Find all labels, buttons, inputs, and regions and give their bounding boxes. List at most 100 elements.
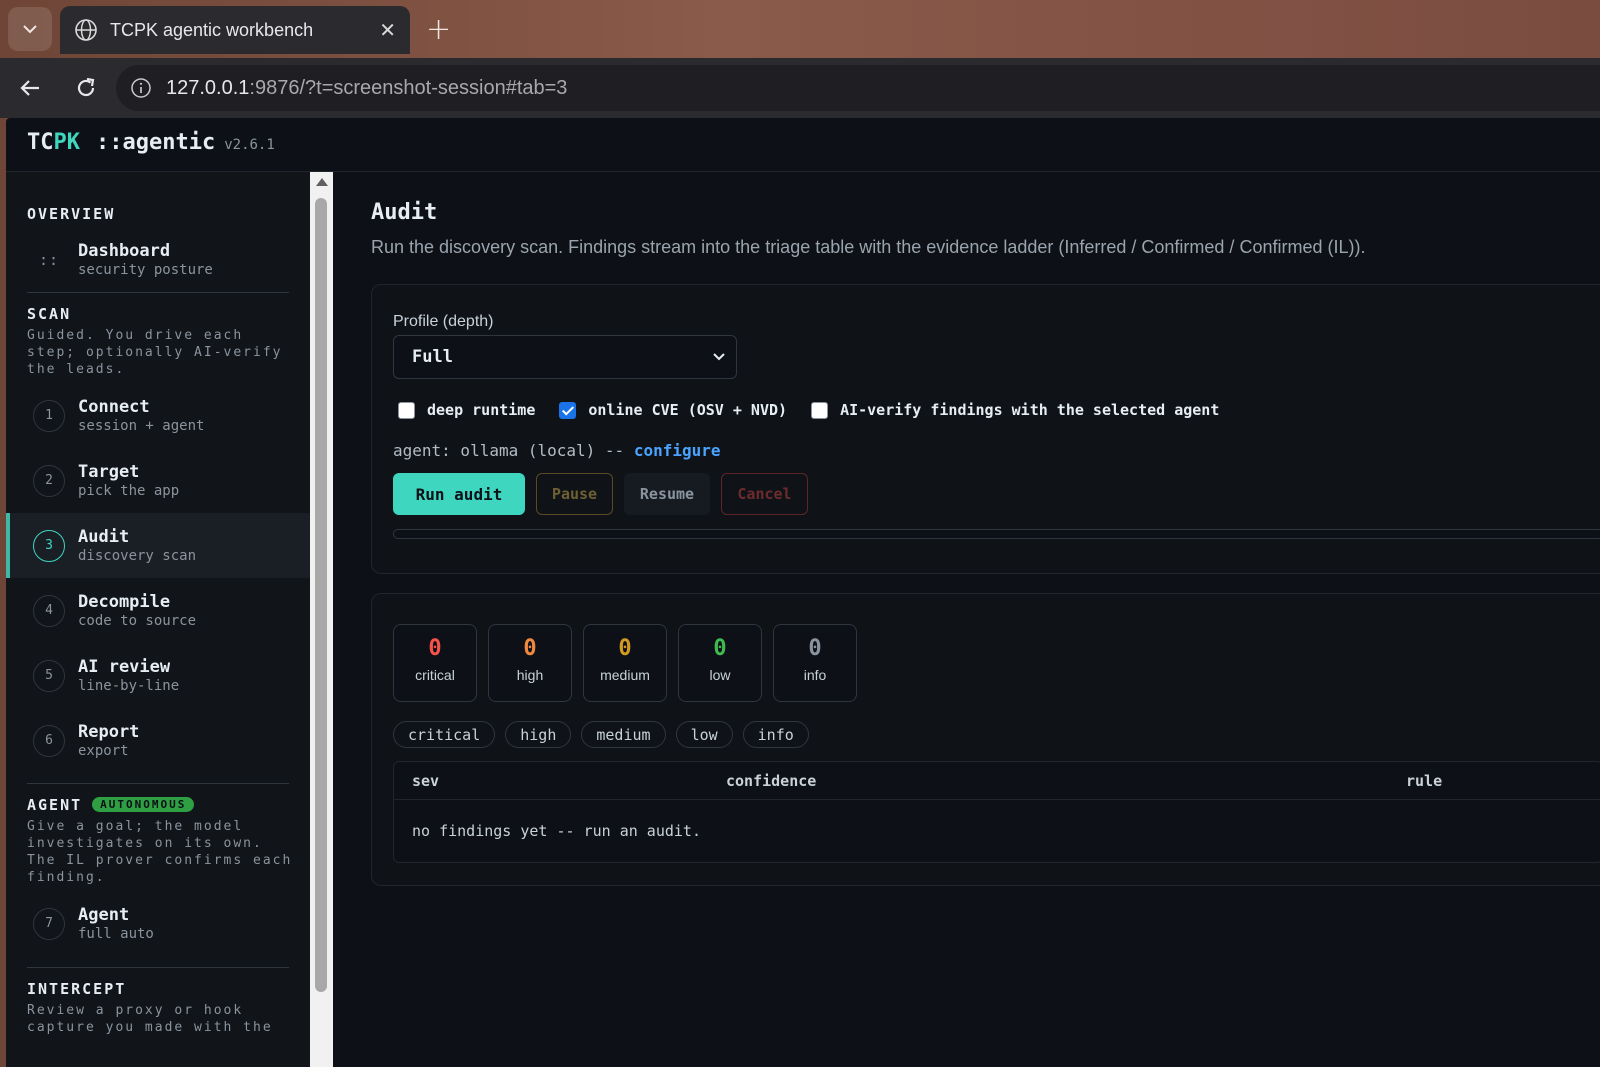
ai-verify-checkbox[interactable]: [811, 401, 829, 419]
counter-value: 0: [428, 636, 442, 661]
deep-runtime-checkbox[interactable]: [398, 401, 415, 419]
brand-logo: TCPK: [27, 130, 80, 155]
section-title-agent-text: AGENT: [27, 796, 83, 814]
audit-controls-panel: Profile (depth) Full deep runtime online…: [371, 284, 1600, 574]
sidebar-scrollbar[interactable]: [310, 172, 333, 1067]
counter-label: critical: [415, 667, 455, 683]
sidebar-item-audit[interactable]: 3 Audit discovery scan: [6, 513, 310, 578]
sidebar-item-sub: discovery scan: [78, 547, 197, 564]
sidebar-item-label: Target: [78, 461, 140, 482]
step-number: 4: [33, 594, 65, 627]
counter-label: high: [516, 667, 544, 683]
scroll-thumb[interactable]: [315, 198, 327, 992]
step-number: 7: [33, 907, 65, 940]
configure-link[interactable]: configure: [634, 441, 721, 460]
brand-pk: PK: [53, 130, 81, 155]
sidebar-item-sub: line-by-line: [78, 677, 180, 694]
column-header-sev[interactable]: sev: [412, 772, 439, 790]
step-number: 3: [33, 529, 65, 562]
sidebar-item-connect[interactable]: 1 Connect session + agent: [6, 383, 310, 448]
sidebar-item-label: AI review: [78, 656, 171, 677]
online-cve-label: online CVE (OSV + NVD): [588, 401, 788, 419]
section-desc-intercept: Review a proxy or hook capture you made …: [27, 1003, 273, 1035]
filter-chip-critical[interactable]: critical: [393, 721, 496, 748]
new-tab-icon[interactable]: +: [426, 12, 451, 48]
filter-chip-low[interactable]: low: [675, 721, 733, 748]
address-bar[interactable]: 127.0.0.1:9876/?t=screenshot-session#tab…: [116, 65, 1600, 111]
section-desc-scan: Guided. You drive each step; optionally …: [27, 328, 283, 377]
sidebar-item-label: Agent: [78, 904, 130, 925]
tab-list-button[interactable]: [8, 7, 52, 51]
counter-value: 0: [808, 636, 822, 661]
column-header-confidence[interactable]: confidence: [726, 772, 816, 790]
empty-state-text: no findings yet -- run an audit.: [412, 822, 701, 840]
counter-value: 0: [713, 636, 727, 661]
counter-high: 0 high: [488, 624, 572, 702]
sidebar-item-sub: code to source: [78, 612, 197, 629]
arrow-left-icon: [20, 80, 39, 96]
counter-info: 0 info: [773, 624, 857, 702]
sidebar-item-sub: session + agent: [78, 417, 205, 434]
run-audit-button[interactable]: Run audit: [393, 473, 525, 515]
sidebar-item-sub: export: [78, 742, 129, 759]
pause-button[interactable]: Pause: [536, 473, 613, 515]
autonomous-badge: AUTONOMOUS: [92, 797, 195, 812]
counter-medium: 0 medium: [583, 624, 667, 702]
scroll-up-icon[interactable]: [316, 178, 328, 186]
severity-counters: 0 critical 0 high 0 medium 0 low 0 info: [393, 624, 857, 702]
counter-value: 0: [523, 636, 537, 661]
section-title-scan: SCAN: [27, 305, 72, 323]
column-header-rule[interactable]: rule: [1406, 772, 1442, 790]
resume-button[interactable]: Resume: [624, 473, 710, 515]
page-description: Run the discovery scan. Findings stream …: [371, 237, 1366, 257]
sidebar-item-sub: pick the app: [78, 482, 180, 499]
profile-label: Profile (depth): [393, 313, 494, 330]
agent-line: agent: ollama (local) -- configure: [393, 441, 721, 460]
ai-verify-label: AI-verify findings with the selected age…: [840, 401, 1220, 419]
sidebar-item-label: Report: [78, 721, 140, 742]
globe-icon: [75, 19, 97, 41]
table-header: sev confidence rule: [394, 762, 1600, 800]
agent-status-text: agent: ollama (local) --: [393, 441, 625, 460]
profile-select[interactable]: Full: [393, 335, 737, 379]
sidebar-item-dashboard[interactable]: :: Dashboard security posture: [6, 227, 310, 292]
counter-critical: 0 critical: [393, 624, 477, 702]
main-content: Audit Run the discovery scan. Findings s…: [333, 172, 1600, 1067]
browser-tab[interactable]: TCPK agentic workbench ✕: [60, 6, 410, 54]
section-title-overview: OVERVIEW: [27, 205, 116, 223]
counter-label: info: [803, 667, 827, 683]
app-window: TCPK ::agentic v2.6.1 OVERVIEW :: Dashbo…: [6, 118, 1600, 1067]
tab-close-icon[interactable]: ✕: [379, 18, 396, 42]
url-text: 127.0.0.1:9876/?t=screenshot-session#tab…: [166, 77, 567, 100]
back-button[interactable]: [2, 75, 58, 101]
filter-chip-high[interactable]: high: [505, 721, 572, 748]
sidebar-item-label: Decompile: [78, 591, 171, 612]
step-number: 2: [33, 464, 65, 497]
counter-value: 0: [618, 636, 632, 661]
filter-chip-medium[interactable]: medium: [581, 721, 666, 748]
filter-chip-info[interactable]: info: [742, 721, 809, 748]
version-label: v2.6.1: [224, 137, 275, 153]
sidebar-item-decompile[interactable]: 4 Decompile code to source: [6, 578, 310, 643]
sidebar-item-sub: security posture: [78, 261, 213, 278]
counter-low: 0 low: [678, 624, 762, 702]
cancel-button[interactable]: Cancel: [721, 473, 808, 515]
online-cve-checkbox[interactable]: [559, 401, 577, 419]
url-host: 127.0.0.1: [166, 76, 250, 99]
tab-title: TCPK agentic workbench: [110, 19, 314, 40]
url-path: :9876/?t=screenshot-session#tab=3: [249, 76, 568, 99]
sidebar-item-target[interactable]: 2 Target pick the app: [6, 448, 310, 513]
deep-runtime-label: deep runtime: [427, 401, 536, 419]
reload-button[interactable]: [58, 75, 114, 101]
sidebar-item-ai-review[interactable]: 5 AI review line-by-line: [6, 643, 310, 708]
info-icon[interactable]: [130, 77, 152, 99]
counter-label: low: [709, 667, 731, 683]
chevron-down-icon: [713, 353, 725, 361]
findings-panel: 0 critical 0 high 0 medium 0 low 0 info …: [371, 593, 1600, 886]
sidebar-item-label: Audit: [78, 526, 130, 547]
section-title-intercept: INTERCEPT: [27, 980, 127, 998]
page-title: Audit: [371, 200, 438, 225]
sidebar-item-report[interactable]: 6 Report export: [6, 708, 310, 773]
sidebar-item-agent[interactable]: 7 Agent full auto: [6, 891, 310, 956]
step-number: 6: [33, 724, 65, 757]
